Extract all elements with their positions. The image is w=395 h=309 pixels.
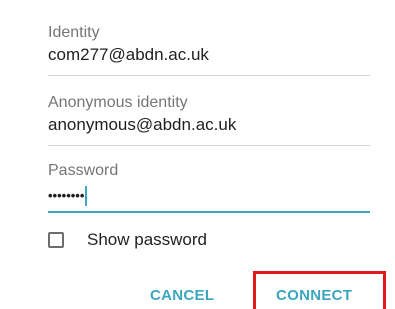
anonymous-identity-underline xyxy=(48,145,370,146)
show-password-row[interactable]: Show password xyxy=(48,230,207,250)
identity-underline xyxy=(48,75,370,76)
text-cursor xyxy=(85,186,88,206)
show-password-label[interactable]: Show password xyxy=(87,230,207,250)
wifi-credentials-dialog: Identity com277@abdn.ac.uk Anonymous ide… xyxy=(0,0,395,309)
cancel-button[interactable]: CANCEL xyxy=(150,287,214,304)
connect-button[interactable]: CONNECT xyxy=(276,287,352,304)
anonymous-identity-label: Anonymous identity xyxy=(48,94,188,111)
anonymous-identity-field[interactable]: Anonymous identity anonymous@abdn.ac.uk xyxy=(48,94,370,146)
identity-label: Identity xyxy=(48,24,100,41)
identity-input[interactable]: com277@abdn.ac.uk xyxy=(48,45,370,65)
password-label: Password xyxy=(48,162,119,179)
password-input[interactable]: •••••••• xyxy=(48,186,370,206)
password-field[interactable]: Password •••••••• xyxy=(48,162,370,213)
identity-field[interactable]: Identity com277@abdn.ac.uk xyxy=(48,24,370,76)
anonymous-identity-input[interactable]: anonymous@abdn.ac.uk xyxy=(48,115,370,135)
show-password-checkbox[interactable] xyxy=(48,232,64,248)
password-underline xyxy=(48,211,370,213)
password-masked-value: •••••••• xyxy=(48,188,85,203)
